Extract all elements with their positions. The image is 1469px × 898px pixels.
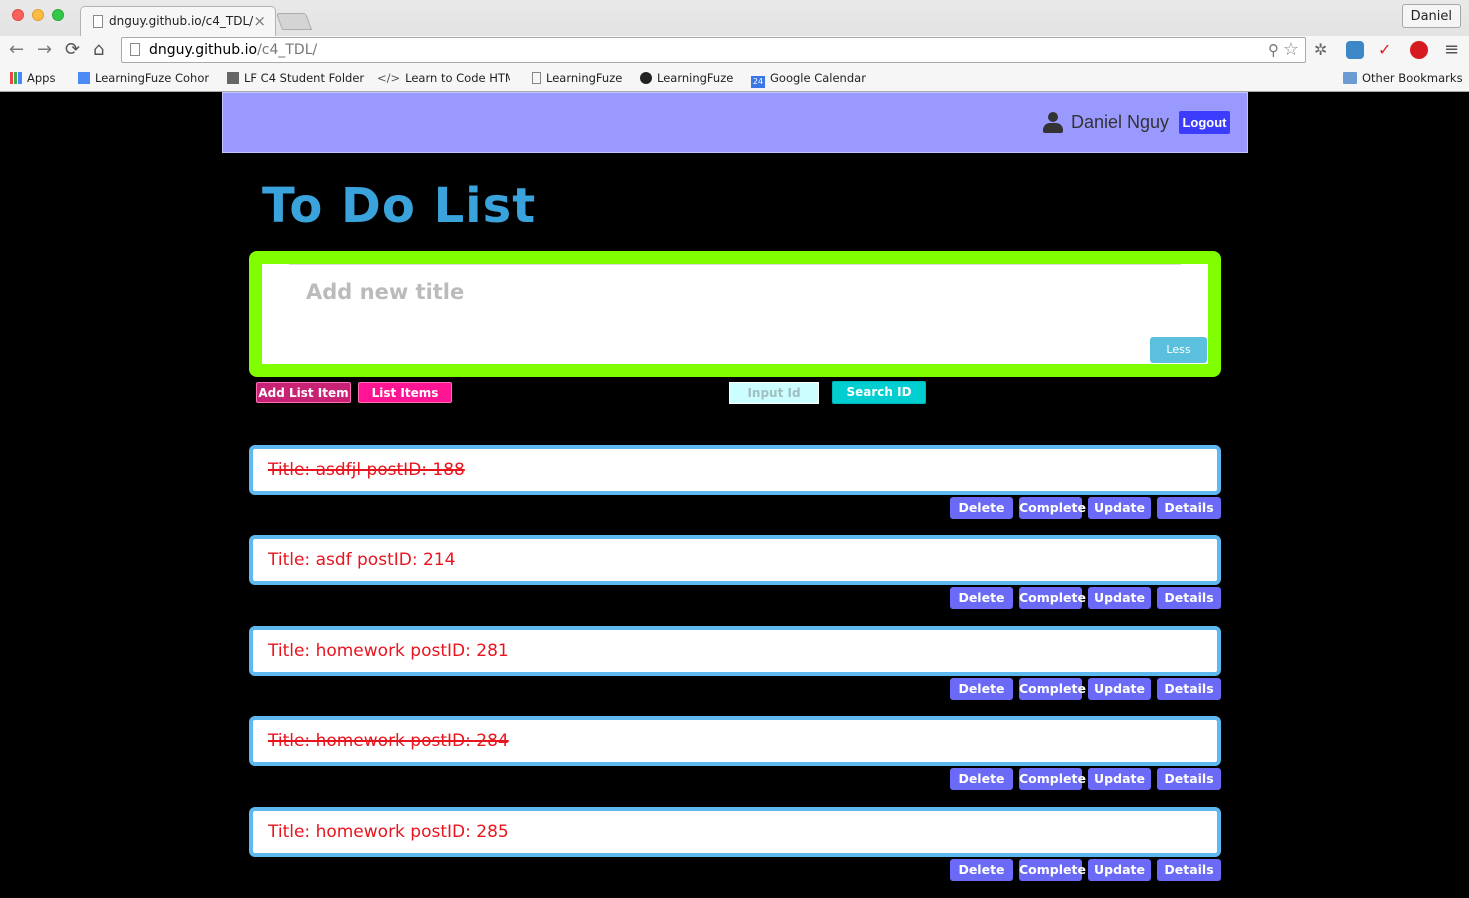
window-maximize-button[interactable] [52, 9, 64, 21]
back-arrow-icon[interactable]: ← [9, 40, 24, 60]
bookmark-label: LearningFuze [546, 71, 623, 85]
bookmark-label: Apps [27, 71, 56, 85]
title-input-area[interactable]: Add new title Less [262, 264, 1208, 364]
window-minimize-button[interactable] [32, 9, 44, 21]
bookmark-apps[interactable]: Apps [10, 71, 55, 85]
update-button[interactable]: Update [1088, 497, 1151, 519]
url-host: dnguy.github.io [149, 42, 258, 58]
browser-chrome: dnguy.github.io/c4_TDL/ × Daniel ← → ⟳ ⌂… [0, 0, 1469, 92]
tab-title: dnguy.github.io/c4_TDL/ [109, 14, 254, 28]
url-text: dnguy.github.io/c4_TDL/ [149, 42, 317, 58]
doc-icon [78, 72, 90, 84]
url-path: /c4_TDL/ [257, 42, 318, 58]
bookmark-label: LearningFuze Cohort [95, 71, 209, 85]
details-button[interactable]: Details [1157, 859, 1221, 881]
details-button[interactable]: Details [1157, 497, 1221, 519]
todo-item[interactable]: Title: homework postID: 284 [249, 716, 1221, 766]
delete-button[interactable]: Delete [950, 859, 1013, 881]
input-id-field[interactable]: Input Id [729, 382, 819, 404]
window-close-button[interactable] [12, 9, 24, 21]
home-icon[interactable]: ⌂ [93, 40, 104, 60]
forward-arrow-icon[interactable]: → [37, 40, 52, 60]
search-icon[interactable]: ⚲ [1268, 41, 1279, 59]
complete-button[interactable]: Complete [1019, 859, 1086, 881]
todo-item-title: Title: homework postID: 285 [268, 822, 509, 842]
list-items-button[interactable]: List Items [358, 382, 452, 403]
todo-item[interactable]: Title: homework postID: 281 [249, 626, 1221, 676]
divider [289, 264, 1181, 265]
less-button[interactable]: Less [1150, 337, 1207, 363]
close-icon[interactable]: × [253, 12, 266, 30]
complete-button[interactable]: Complete [1019, 587, 1086, 609]
page-icon [532, 72, 541, 84]
update-button[interactable]: Update [1088, 859, 1151, 881]
top-navbar: Daniel Nguy Logout [222, 92, 1248, 153]
puzzle-icon[interactable]: ✲ [1314, 41, 1327, 59]
bookmark-learningfuze-github[interactable]: LearningFuze [640, 71, 733, 85]
bookmark-label: Other Bookmarks [1362, 71, 1463, 85]
adblock-icon[interactable] [1410, 41, 1428, 59]
bookmark-google-calendar[interactable]: 24 Google Calendar [751, 71, 866, 88]
title-input[interactable]: Add new title [306, 280, 464, 304]
apps-grid-icon [10, 72, 22, 84]
todo-item[interactable]: Title: homework postID: 285 [249, 807, 1221, 857]
bookmark-other-bookmarks[interactable]: Other Bookmarks [1343, 71, 1463, 85]
update-button[interactable]: Update [1088, 587, 1151, 609]
search-id-button[interactable]: Search ID [832, 381, 926, 404]
bookmark-learningfuze-cohort[interactable]: LearningFuze Cohort [78, 71, 209, 85]
delete-button[interactable]: Delete [950, 768, 1013, 790]
complete-button[interactable]: Complete [1019, 678, 1086, 700]
calendar-icon: 24 [751, 76, 765, 88]
details-button[interactable]: Details [1157, 768, 1221, 790]
bookmark-lf-c4-student-folder[interactable]: LF C4 Student Folder [227, 71, 364, 85]
menu-icon[interactable]: ≡ [1444, 41, 1459, 59]
todo-item-title: Title: asdf postID: 214 [268, 550, 456, 570]
delete-button[interactable]: Delete [950, 497, 1013, 519]
update-button[interactable]: Update [1088, 678, 1151, 700]
profile-button[interactable]: Daniel [1401, 4, 1461, 28]
details-button[interactable]: Details [1157, 587, 1221, 609]
browser-tab[interactable]: dnguy.github.io/c4_TDL/ × [80, 6, 276, 36]
new-item-form: Add new title Less [249, 251, 1221, 377]
todo-item-title: Title: homework postID: 284 [268, 731, 509, 751]
page-icon [93, 15, 103, 28]
bookmark-learningfuze[interactable]: LearningFuze [532, 71, 622, 85]
star-icon[interactable]: ☆ [1283, 39, 1299, 60]
logout-button[interactable]: Logout [1178, 110, 1231, 135]
update-button[interactable]: Update [1088, 768, 1151, 790]
complete-button[interactable]: Complete [1019, 497, 1086, 519]
todo-item-title: Title: homework postID: 281 [268, 641, 509, 661]
todo-item[interactable]: Title: asdf postID: 214 [249, 535, 1221, 585]
address-bar[interactable]: dnguy.github.io/c4_TDL/ ⚲ ☆ [121, 37, 1306, 63]
page-icon [130, 43, 140, 56]
delete-button[interactable]: Delete [950, 678, 1013, 700]
reload-icon[interactable]: ⟳ [65, 40, 80, 60]
bookmarks-bar: Apps LearningFuze Cohort LF C4 Student F… [0, 66, 1469, 91]
code-icon: </> [377, 71, 401, 85]
bookmark-label: Learn to Code HTML [405, 71, 510, 85]
add-list-item-button[interactable]: Add List Item [256, 382, 351, 403]
swoosh-icon[interactable]: ✓ [1378, 41, 1391, 59]
delete-button[interactable]: Delete [950, 587, 1013, 609]
new-tab-button[interactable] [275, 13, 313, 30]
details-button[interactable]: Details [1157, 678, 1221, 700]
bookmark-label: LearningFuze [657, 71, 734, 85]
bookmark-label: LF C4 Student Folder [244, 71, 365, 85]
folder-icon [1343, 72, 1357, 84]
todo-item-title: Title: asdfjl postID: 188 [268, 460, 465, 480]
user-icon [1043, 112, 1063, 134]
page-title: To Do List [262, 178, 537, 234]
complete-button[interactable]: Complete [1019, 768, 1086, 790]
github-icon [640, 72, 652, 84]
folder-icon [227, 72, 239, 84]
bookmark-learn-to-code-html[interactable]: </> Learn to Code HTML [377, 71, 510, 85]
browser-toolbar: ← → ⟳ ⌂ dnguy.github.io/c4_TDL/ ⚲ ☆ ✲ ✓ … [0, 36, 1469, 66]
user-name: Daniel Nguy [1071, 112, 1170, 132]
tab-strip: dnguy.github.io/c4_TDL/ × Daniel [0, 0, 1469, 36]
todo-item[interactable]: Title: asdfjl postID: 188 [249, 445, 1221, 495]
extension-icon[interactable] [1346, 41, 1364, 59]
bookmark-label: Google Calendar [770, 71, 866, 85]
